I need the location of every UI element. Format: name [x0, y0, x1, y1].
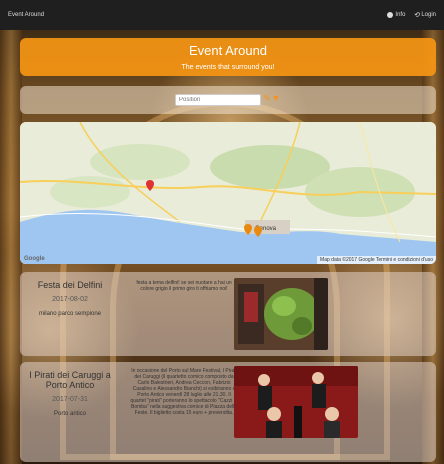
login-link[interactable]: ⟲ Login [413, 11, 436, 19]
event-info: I Pirati dei Caruggi a Porto Antico 2017… [20, 370, 120, 417]
map-canvas: Genova [20, 122, 436, 264]
info-icon [387, 12, 394, 18]
page-title: Event Around [188, 43, 268, 58]
info-link[interactable]: Info [387, 12, 405, 18]
events-map[interactable]: Genova Google Map data ©2017 Google Term… [20, 122, 436, 264]
event-photo [234, 366, 358, 438]
event-info: Festa dei Delfini 2017-08-02 milano parc… [20, 280, 120, 317]
event-description: In occasione del Porto sul Mare Festival… [130, 368, 238, 416]
search-panel: ✎ ▼ [20, 86, 436, 114]
event-photo [234, 278, 328, 350]
pencil-icon[interactable]: ✎ [263, 93, 271, 104]
event-card[interactable]: I Pirati dei Caruggi a Porto Antico 2017… [20, 362, 436, 462]
position-search-input[interactable] [175, 94, 261, 106]
page-subtitle: The events that surround you! [181, 64, 275, 71]
event-place: Porto antico [53, 411, 87, 417]
filter-icon[interactable]: ▼ [272, 93, 281, 104]
brand-link[interactable]: Event Around [8, 12, 44, 18]
event-name: I Pirati dei Caruggi a Porto Antico [29, 370, 111, 390]
search-actions: ✎ ▼ [263, 93, 280, 104]
top-navbar: Event Around Info ⟲ Login [0, 0, 444, 30]
top-nav-links: Info ⟲ Login [387, 11, 436, 19]
event-date: 2017-07-31 [52, 396, 88, 403]
event-place: milano parco sempione [38, 311, 102, 317]
map-provider-logo: Google [24, 256, 45, 262]
event-name: Festa dei Delfini [37, 280, 103, 290]
hero-header: Event Around The events that surround yo… [20, 38, 436, 76]
login-icon: ⟲ [413, 12, 420, 19]
event-card[interactable]: Festa dei Delfini 2017-08-02 milano parc… [20, 272, 436, 356]
event-date: 2017-08-02 [52, 296, 88, 303]
map-attribution[interactable]: Map data ©2017 Google Termini e condizio… [317, 256, 436, 264]
event-description: festa a tema delfini! se sei nuotare a h… [136, 280, 232, 292]
